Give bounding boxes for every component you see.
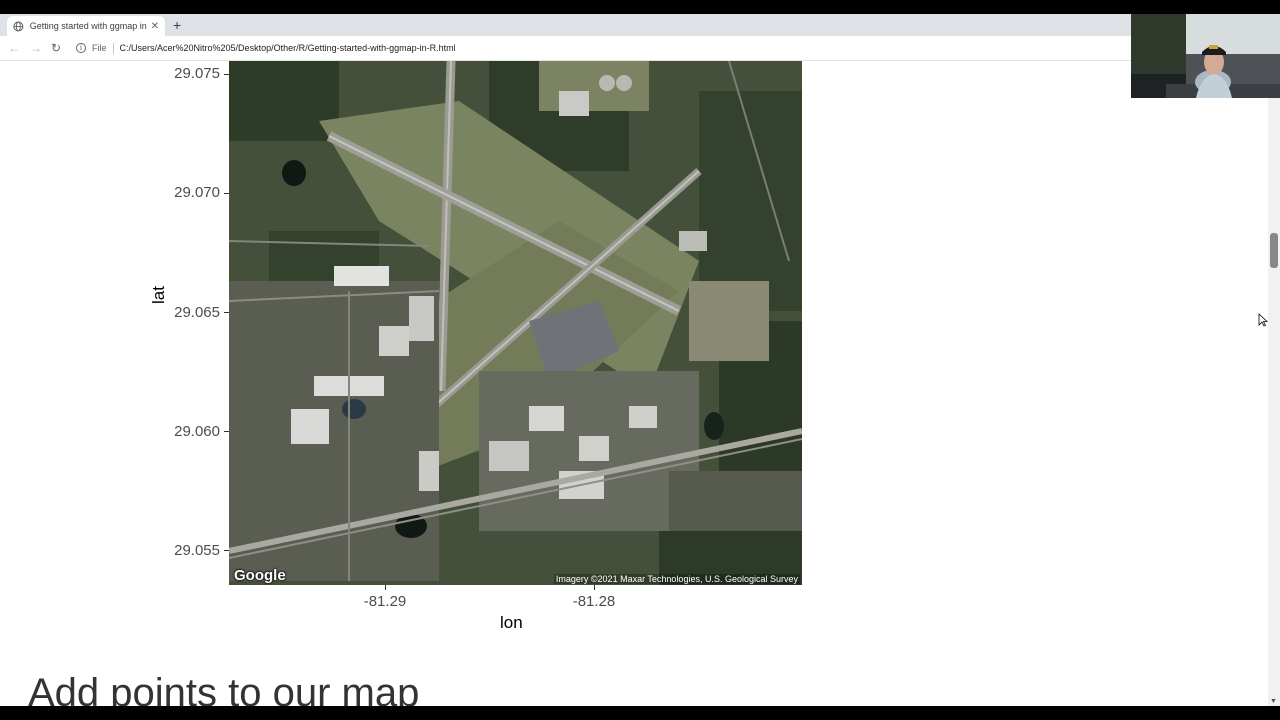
scrollbar-thumb[interactable] [1270,233,1278,268]
mouse-cursor-icon [1258,313,1268,327]
y-tick-label: 29.065 [174,304,220,321]
tab-strip: Getting started with ggmap in R ✕ + [0,14,1131,36]
globe-icon [13,20,24,32]
page-scrollbar[interactable]: ▼ [1268,61,1280,706]
x-tick-label: -81.28 [572,593,616,610]
satellite-map: Google Imagery ©2021 Maxar Technologies,… [229,61,802,585]
forward-button[interactable]: → [30,41,42,55]
address-bar[interactable]: i File C:/Users/Acer%20Nitro%205/Desktop… [76,39,1126,57]
map-attribution: Imagery ©2021 Maxar Technologies, U.S. G… [553,574,800,584]
google-logo: Google [234,567,286,584]
y-tick-label: 29.075 [174,65,220,82]
page-content: lat 29.075 29.070 29.065 29.060 29.055 G… [0,61,1280,706]
x-tick-label: -81.29 [363,593,407,610]
x-tick-mark [594,585,595,590]
y-axis-title: lat [149,286,168,304]
browser-tab[interactable]: Getting started with ggmap in R ✕ [7,16,165,36]
y-tick-label: 29.060 [174,423,220,440]
x-tick-mark [385,585,386,590]
reload-button[interactable]: ↻ [51,41,61,55]
omnibox-divider [112,42,114,54]
x-axis-title: lon [500,613,523,632]
back-button[interactable]: ← [8,41,20,55]
new-tab-button[interactable]: + [173,17,181,33]
tab-title: Getting started with ggmap in R [29,21,147,31]
browser-toolbar: ← → ↻ i File C:/Users/Acer%20Nitro%205/D… [0,36,1131,61]
y-tick-label: 29.055 [174,542,220,559]
info-icon[interactable]: i [76,43,86,53]
y-tick-label: 29.070 [174,184,220,201]
close-tab-icon[interactable]: ✕ [151,21,159,32]
webcam-overlay [1131,14,1280,98]
scroll-down-arrow-icon[interactable]: ▼ [1270,698,1277,705]
url-text[interactable]: C:/Users/Acer%20Nitro%205/Desktop/Other/… [120,43,456,53]
section-heading: Add points to our map [28,671,420,706]
file-scheme-label: File [92,43,107,53]
satellite-imagery [229,61,802,585]
presenter-video [1131,14,1280,98]
